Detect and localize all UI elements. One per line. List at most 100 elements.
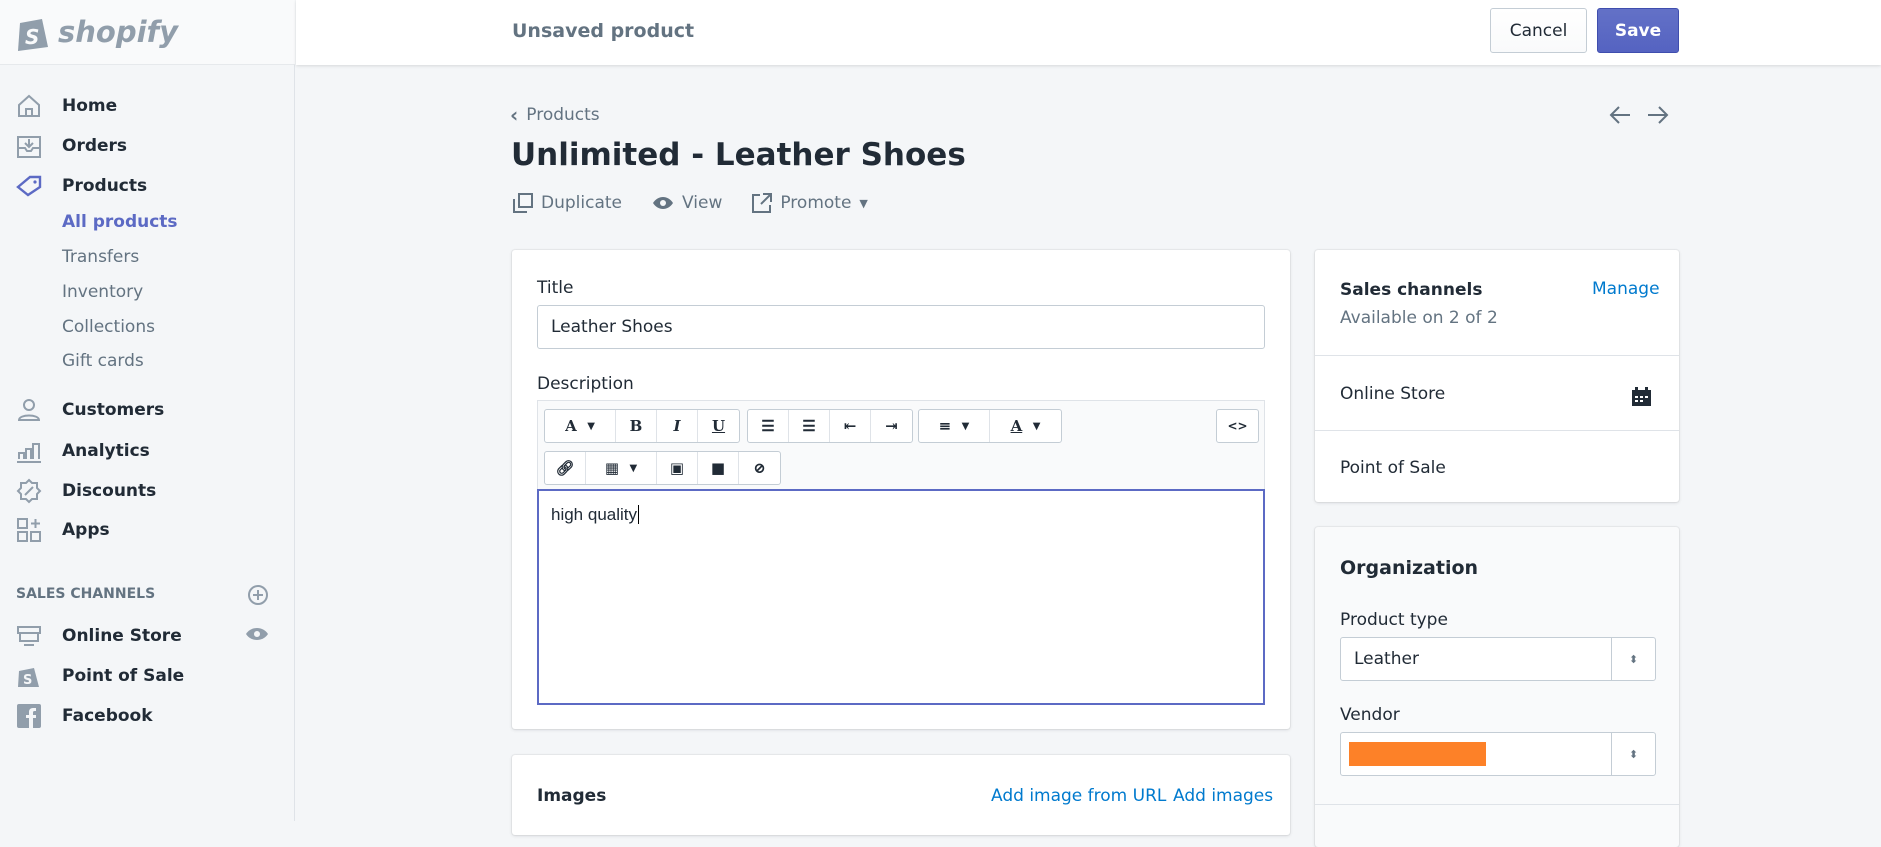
eye-icon[interactable] xyxy=(245,626,269,642)
previous-product-arrow-icon[interactable] xyxy=(1608,104,1632,126)
caret-down-icon: ▼ xyxy=(859,196,868,210)
clear-format-icon[interactable]: ⊘ xyxy=(739,452,780,484)
description-label: Description xyxy=(537,374,634,394)
bullet-list-icon[interactable]: ☰ xyxy=(748,410,789,442)
add-images-link[interactable]: Add images xyxy=(1173,786,1273,806)
html-toggle[interactable]: <> xyxy=(1216,409,1259,443)
customer-icon xyxy=(17,399,41,421)
home-icon xyxy=(18,94,40,117)
sidebar-channel-facebook[interactable]: Facebook xyxy=(16,701,153,731)
italic-button[interactable]: I xyxy=(657,410,698,442)
next-product-arrow-icon[interactable] xyxy=(1646,104,1670,126)
sidebar-item-apps[interactable]: Apps xyxy=(16,515,110,545)
sidebar-subitem-gift-cards[interactable]: Gift cards xyxy=(62,351,144,371)
images-card: Images Add image from URL Add images xyxy=(512,755,1290,835)
divider xyxy=(1315,430,1679,431)
shopify-bag-icon: S xyxy=(18,19,48,51)
top-bar: Unsaved product Cancel Save xyxy=(296,0,1881,65)
sidebar-item-analytics[interactable]: Analytics xyxy=(16,436,150,466)
apps-icon xyxy=(17,518,41,542)
numbered-list-icon[interactable]: ☰ xyxy=(789,410,830,442)
table-dropdown[interactable]: ▦ ▼ xyxy=(586,452,657,484)
sidebar-subitem-collections[interactable]: Collections xyxy=(62,317,155,337)
description-editor[interactable]: high quality xyxy=(537,489,1265,705)
insert-group: 🔗︎ ▦ ▼ ▣ ■ ⊘ xyxy=(544,451,781,485)
sidebar-item-home[interactable]: Home xyxy=(16,91,117,121)
sidebar-subitem-transfers[interactable]: Transfers xyxy=(62,247,139,267)
manage-channels-link[interactable]: Manage xyxy=(1592,279,1660,299)
promote-dropdown[interactable]: Promote ▼ xyxy=(752,193,868,213)
text-color-dropdown[interactable]: A ▼ xyxy=(990,410,1061,442)
product-details-card: Title Leather Shoes Description A ▼ B I … xyxy=(512,250,1290,729)
organization-heading: Organization xyxy=(1340,557,1479,579)
facebook-icon xyxy=(17,704,41,728)
text-cursor xyxy=(638,505,640,524)
duplicate-button[interactable]: Duplicate xyxy=(513,193,622,213)
cancel-button[interactable]: Cancel xyxy=(1490,8,1587,53)
align-dropdown[interactable]: ≡ ▼ xyxy=(919,410,990,442)
discount-icon xyxy=(16,478,42,504)
orders-icon xyxy=(17,136,41,158)
duplicate-icon xyxy=(513,193,533,213)
store-icon xyxy=(17,626,41,646)
sales-channels-card: Sales channels Available on 2 of 2 Manag… xyxy=(1315,250,1679,502)
sidebar-item-discounts[interactable]: Discounts xyxy=(16,476,156,506)
indent-icon[interactable]: ⇥ xyxy=(871,410,912,442)
chevron-left-icon: ‹ xyxy=(510,103,519,127)
add-image-from-url-link[interactable]: Add image from URL xyxy=(991,786,1166,806)
select-arrows-icon: ⬍ xyxy=(1611,638,1655,680)
sidebar-item-products[interactable]: Products xyxy=(16,171,147,201)
channel-point-of-sale: Point of Sale xyxy=(1340,458,1446,478)
link-icon[interactable]: 🔗︎ xyxy=(545,452,586,484)
organization-card: Organization Product type Leather ⬍ Vendo… xyxy=(1315,527,1679,847)
external-link-icon xyxy=(752,193,773,213)
product-type-select[interactable]: Leather ⬍ xyxy=(1340,637,1656,681)
sidebar-channel-point-of-sale[interactable]: S Point of Sale xyxy=(16,661,184,691)
view-button[interactable]: View xyxy=(652,193,722,213)
page-actions: Duplicate View Promote ▼ xyxy=(513,193,868,213)
eye-icon xyxy=(653,197,673,209)
vendor-label: Vendor xyxy=(1340,705,1400,725)
select-arrows-icon: ⬍ xyxy=(1611,733,1655,775)
align-color-group: ≡ ▼ A ▼ xyxy=(918,409,1062,443)
tag-icon xyxy=(16,175,42,197)
svg-text:S: S xyxy=(23,673,32,688)
divider xyxy=(1315,804,1679,805)
page-title: Unlimited - Leather Shoes xyxy=(511,137,966,173)
image-icon[interactable]: ▣ xyxy=(657,452,698,484)
sales-channels-heading: SALES CHANNELS xyxy=(16,586,156,602)
video-icon[interactable]: ■ xyxy=(698,452,739,484)
availability-text: Available on 2 of 2 xyxy=(1340,308,1498,328)
sidebar-subitem-all-products[interactable]: All products xyxy=(62,212,178,232)
calendar-icon[interactable] xyxy=(1631,386,1652,407)
underline-button[interactable]: U xyxy=(698,410,739,442)
unsaved-status: Unsaved product xyxy=(512,20,695,42)
sidebar-item-orders[interactable]: Orders xyxy=(16,131,127,161)
images-heading: Images xyxy=(537,786,607,806)
vendor-select[interactable]: ⬍ xyxy=(1340,732,1656,776)
sidebar-channel-online-store[interactable]: Online Store xyxy=(16,621,182,651)
list-group: ☰ ☰ ⇤ ⇥ xyxy=(747,409,913,443)
editor-toolbar: A ▼ B I U ☰ ☰ ⇤ ⇥ ≡ ▼ A ▼ <> 🔗︎ ▦ ▼ ▣ ■ … xyxy=(537,400,1265,490)
title-label: Title xyxy=(537,278,574,298)
product-type-label: Product type xyxy=(1340,610,1448,630)
sales-channels-heading: Sales channels xyxy=(1340,280,1483,300)
pos-bag-icon: S xyxy=(18,668,39,688)
sidebar-subitem-inventory[interactable]: Inventory xyxy=(62,282,143,302)
vendor-redaction xyxy=(1349,742,1486,766)
shopify-logo[interactable]: S shopify xyxy=(0,0,295,65)
font-dropdown[interactable]: A ▼ xyxy=(545,410,616,442)
add-channel-icon[interactable] xyxy=(247,584,269,606)
divider xyxy=(1315,355,1679,356)
analytics-icon xyxy=(17,443,41,463)
breadcrumb-products[interactable]: ‹ Products xyxy=(510,103,600,127)
outdent-icon[interactable]: ⇤ xyxy=(830,410,871,442)
text-format-group: A ▼ B I U xyxy=(544,409,740,443)
code-icon[interactable]: <> xyxy=(1217,410,1258,442)
title-input[interactable]: Leather Shoes xyxy=(537,305,1265,349)
bold-button[interactable]: B xyxy=(616,410,657,442)
sidebar: S shopify Home Orders Products All produ… xyxy=(0,0,295,821)
channel-online-store: Online Store xyxy=(1340,384,1446,404)
save-button[interactable]: Save xyxy=(1597,8,1679,53)
sidebar-item-customers[interactable]: Customers xyxy=(16,395,164,425)
